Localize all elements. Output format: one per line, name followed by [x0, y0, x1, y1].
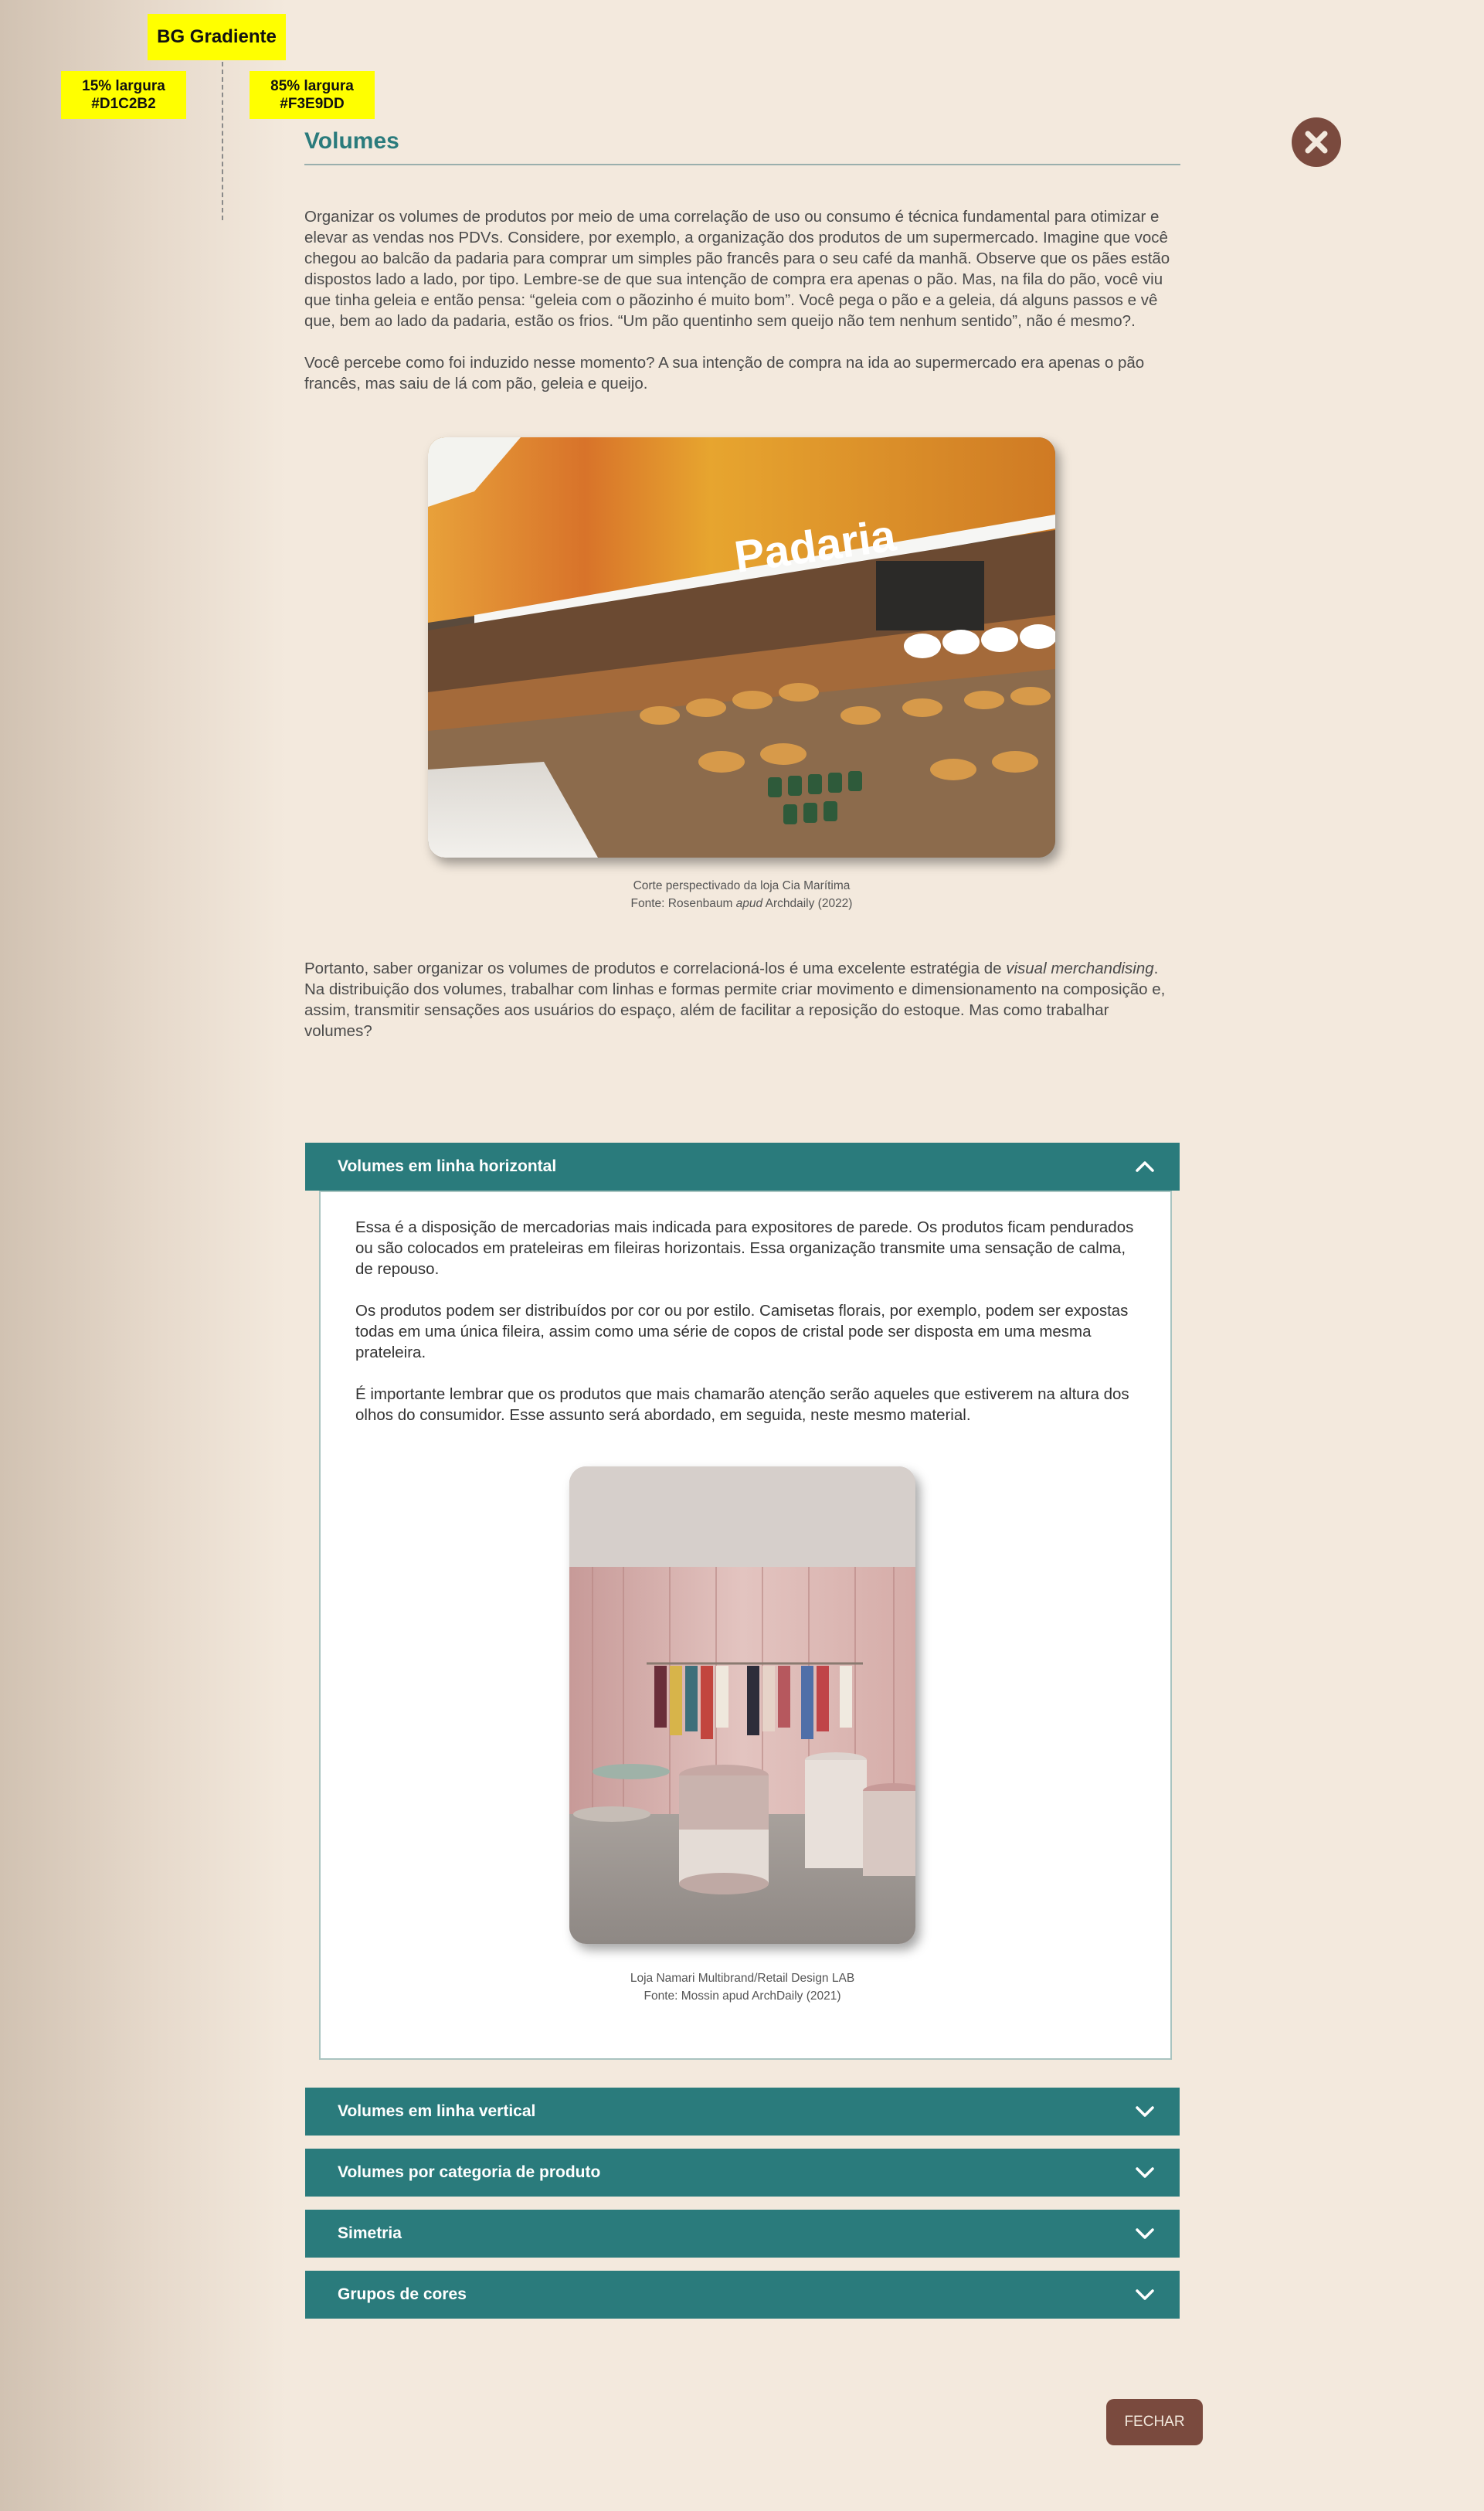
- accordion-label: Grupos de cores: [338, 2285, 467, 2303]
- fechar-button[interactable]: FECHAR: [1106, 2399, 1203, 2445]
- accordion-simetria[interactable]: Simetria: [305, 2210, 1180, 2258]
- accordion-volumes-category[interactable]: Volumes por categoria de produto: [305, 2149, 1180, 2197]
- accordion-label: Volumes em linha horizontal: [338, 1157, 557, 1175]
- annotation-left-percent: 15% largura: [82, 78, 165, 94]
- intro-paragraph-2: Você percebe como foi induzido nesse mom…: [304, 354, 1145, 392]
- chevron-up-icon: [1136, 1161, 1154, 1172]
- store-photo: [569, 1466, 915, 1944]
- accordion-grupos-cores[interactable]: Grupos de cores: [305, 2271, 1180, 2319]
- intro-paragraph-1: Organizar os volumes de produtos por mei…: [304, 208, 1170, 330]
- caption1-line2: Fonte: Rosenbaum apud Archdaily (2022): [630, 897, 853, 910]
- annotation-right-width: 85% largura #F3E9DD: [250, 71, 375, 119]
- accordion-volumes-horizontal[interactable]: Volumes em linha horizontal: [305, 1143, 1180, 1191]
- annotation-left-width: 15% largura #D1C2B2: [61, 71, 186, 119]
- accordion-volumes-vertical[interactable]: Volumes em linha vertical: [305, 2088, 1180, 2136]
- accordion-label: Volumes por categoria de produto: [338, 2163, 601, 2181]
- annotation-right-percent: 85% largura: [270, 78, 354, 94]
- store-photo-caption: Loja Namari Multibrand/Retail Design LAB…: [569, 1969, 915, 2005]
- annotation-left-color: #D1C2B2: [91, 96, 156, 112]
- accordion-label: Simetria: [338, 2224, 402, 2242]
- panel-paragraph-1: Essa é a disposição de mercadorias mais …: [355, 1218, 1134, 1278]
- chevron-down-icon: [1136, 2289, 1154, 2300]
- annotation-bg-gradient: BG Gradiente: [148, 14, 286, 60]
- caption2-line1: Loja Namari Multibrand/Retail Design LAB: [630, 1972, 855, 1985]
- close-button[interactable]: [1292, 117, 1341, 167]
- panel-paragraph-2: Os produtos podem ser distribuídos por c…: [355, 1302, 1129, 1361]
- chevron-down-icon: [1136, 2106, 1154, 2117]
- gradient-divider-line: [222, 62, 223, 220]
- bakery-photo: Padaria: [428, 437, 1055, 858]
- accordion-label: Volumes em linha vertical: [338, 2102, 536, 2120]
- chevron-down-icon: [1136, 2167, 1154, 2178]
- panel-paragraph-3: É importante lembrar que os produtos que…: [355, 1385, 1129, 1424]
- caption2-line2: Fonte: Mossin apud ArchDaily (2021): [644, 1989, 841, 2003]
- caption1-line1: Corte perspectivado da loja Cia Marítima: [633, 879, 851, 892]
- close-icon: [1305, 131, 1328, 154]
- page-title: Volumes: [304, 128, 399, 154]
- title-divider: [304, 164, 1180, 165]
- annotation-right-color: #F3E9DD: [280, 96, 345, 112]
- chevron-down-icon: [1136, 2228, 1154, 2239]
- intro-paragraph-3: Portanto, saber organizar os volumes de …: [304, 960, 1166, 1040]
- bakery-photo-caption: Corte perspectivado da loja Cia Marítima…: [428, 877, 1055, 912]
